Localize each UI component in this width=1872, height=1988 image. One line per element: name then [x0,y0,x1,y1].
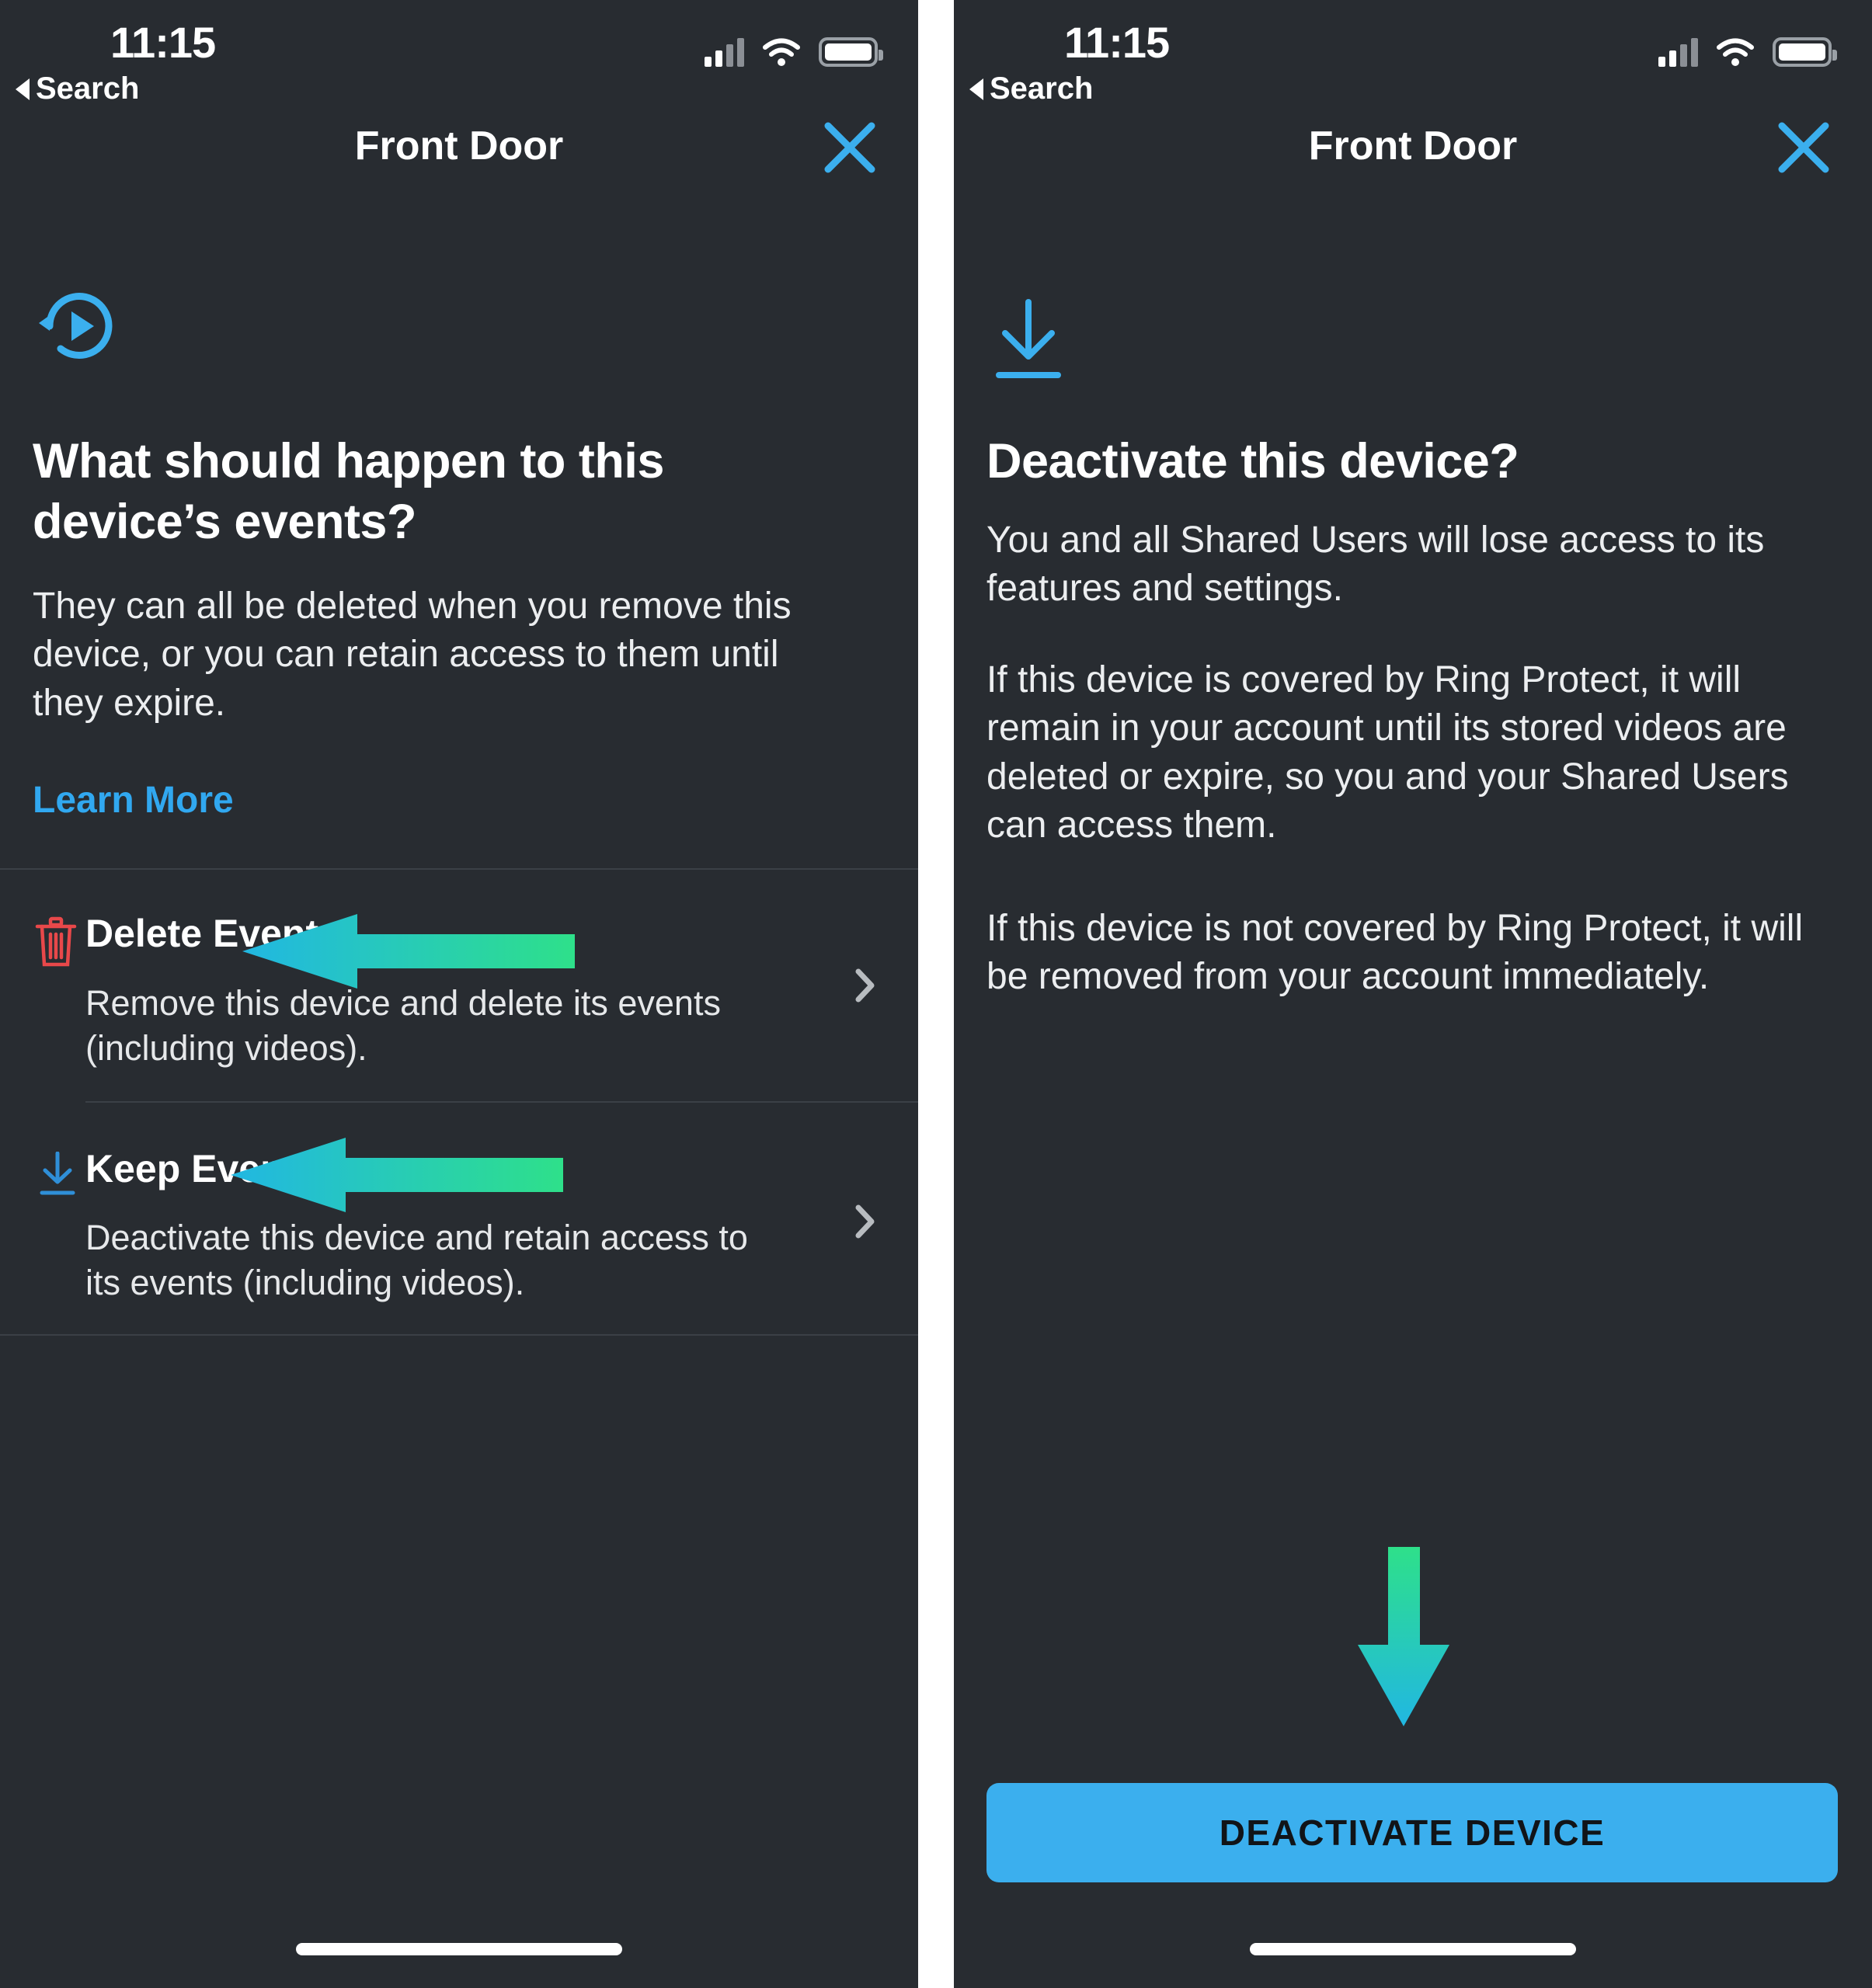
right-paragraph-3: If this device is not covered by Ring Pr… [986,908,1804,998]
arrow-pointing-to-delete-events [241,912,575,994]
option-subtitle: Remove this device and delete its events… [85,983,721,1068]
right-header: Front Door [954,116,1872,202]
home-indicator [296,1943,622,1955]
battery-icon [1773,37,1837,67]
page-title: Front Door [354,123,564,169]
chevron-right-icon [855,1204,875,1239]
download-save-icon [991,299,1066,385]
wifi-icon [761,37,802,67]
left-header: Front Door [0,116,918,202]
arrow-pointing-to-keep-events [229,1136,563,1218]
screen-gutter [918,0,954,1988]
close-icon[interactable] [1774,118,1833,177]
left-body-text: They can all be deleted when you remove … [33,586,792,724]
right-heading: Deactivate this device? [986,434,1519,488]
close-icon[interactable] [820,118,879,177]
back-to-search-indicator[interactable]: Search [16,71,139,106]
back-caret-icon [969,78,983,100]
left-heading: What should happen to this device’s even… [33,434,664,550]
trash-icon [34,916,78,971]
right-paragraph-1: You and all Shared Users will lose acces… [986,520,1765,610]
row-divider [85,1101,918,1103]
status-time: 11:15 [1064,18,1170,67]
wifi-icon [1715,37,1755,67]
status-bar: 11:15 Search [954,0,1872,116]
page-title: Front Door [1308,123,1518,169]
home-indicator [1250,1943,1576,1955]
learn-more-link[interactable]: Learn More [33,779,234,822]
battery-icon [819,37,883,67]
status-icons [1658,37,1837,67]
arrow-pointing-to-deactivate-button [1355,1545,1453,1732]
chevron-right-icon [855,968,875,1003]
screenshot-pair: 11:15 Search Front Door What should happ… [0,0,1872,1988]
back-label: Search [36,71,140,106]
cellular-signal-icon [1658,37,1698,67]
back-caret-icon [16,78,30,100]
option-subtitle: Deactivate this device and retain access… [85,1218,748,1302]
back-label: Search [990,71,1094,106]
left-phone-screen: 11:15 Search Front Door What should happ… [0,0,918,1988]
status-time: 11:15 [110,18,216,67]
section-divider-top [0,868,918,870]
download-save-icon [37,1151,78,1201]
status-icons [705,37,883,67]
status-bar: 11:15 Search [0,0,918,116]
back-to-search-indicator[interactable]: Search [969,71,1093,106]
replay-play-circle-icon [33,280,126,377]
section-divider-bottom [0,1334,918,1336]
right-phone-screen: 11:15 Search Front Door Deactivate this … [954,0,1872,1988]
right-paragraph-2: If this device is covered by Ring Protec… [986,659,1789,846]
deactivate-device-button[interactable]: DEACTIVATE DEVICE [986,1783,1838,1882]
cellular-signal-icon [705,37,744,67]
